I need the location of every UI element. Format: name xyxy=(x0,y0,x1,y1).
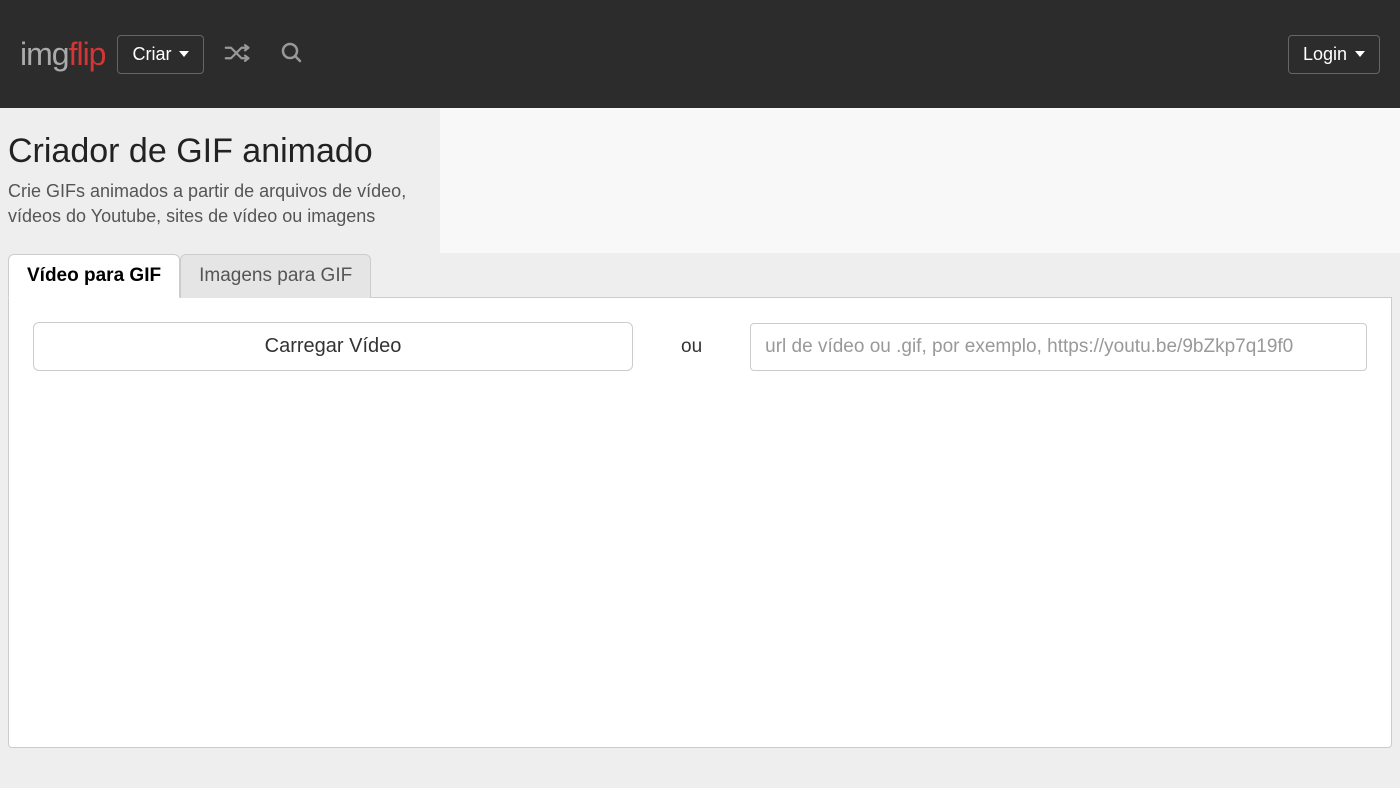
login-button[interactable]: Login xyxy=(1288,35,1380,74)
search-icon xyxy=(280,41,304,68)
upload-video-button[interactable]: Carregar Vídeo xyxy=(33,322,633,371)
shuffle-button[interactable] xyxy=(216,33,260,76)
login-button-label: Login xyxy=(1303,44,1347,65)
logo-text-flip: flip xyxy=(69,36,106,73)
video-url-input[interactable] xyxy=(750,323,1367,371)
create-button-label: Criar xyxy=(132,44,171,65)
title-area: Criador de GIF animado Crie GIFs animado… xyxy=(0,108,440,253)
logo-text-img: img xyxy=(20,36,69,73)
upload-row: Carregar Vídeo ou xyxy=(33,322,1367,371)
tab-content: Carregar Vídeo ou xyxy=(8,298,1392,748)
or-separator: ou xyxy=(633,336,750,358)
tab-video-to-gif[interactable]: Vídeo para GIF xyxy=(8,254,180,298)
content-top: Criador de GIF animado Crie GIFs animado… xyxy=(0,108,1400,253)
header-left: imgflip Criar xyxy=(20,33,312,76)
shuffle-icon xyxy=(224,41,252,68)
logo[interactable]: imgflip xyxy=(20,36,105,73)
page-subtitle: Crie GIFs animados a partir de arquivos … xyxy=(8,179,432,229)
tab-images-to-gif[interactable]: Imagens para GIF xyxy=(180,254,371,298)
tabs: Vídeo para GIF Imagens para GIF xyxy=(8,253,1392,298)
header-right: Login xyxy=(1288,35,1380,74)
chevron-down-icon xyxy=(1355,51,1365,57)
page-title: Criador de GIF animado xyxy=(8,132,432,171)
create-button[interactable]: Criar xyxy=(117,35,204,74)
site-header: imgflip Criar xyxy=(0,0,1400,108)
chevron-down-icon xyxy=(179,51,189,57)
search-button[interactable] xyxy=(272,33,312,76)
tabs-container: Vídeo para GIF Imagens para GIF Carregar… xyxy=(8,253,1392,748)
ad-space xyxy=(440,108,1400,253)
